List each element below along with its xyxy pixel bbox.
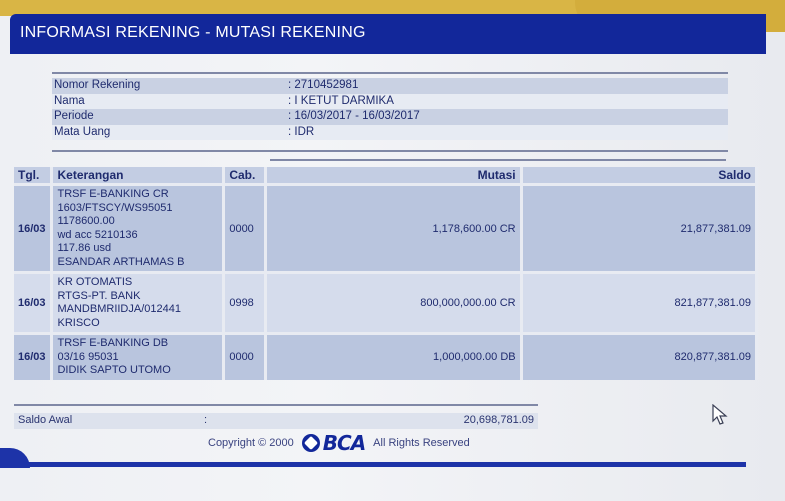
row-date: 16/03 [14,332,54,380]
row-branch: 0998 [223,271,268,334]
table-row: 16/03 TRSF E-BANKING DB 03/16 95031 DIDI… [14,332,759,380]
row-description: TRSF E-BANKING CR 1603/FTSCY/WS95051 117… [51,183,226,273]
description-line: RTGS-PT. BANK [57,289,141,302]
opening-balance-value: 20,698,781.09 [463,414,534,426]
row-mutation-amount: 1,000,000.00 DB [265,332,523,380]
divider-saldo-top [14,404,538,406]
divider-table-top [270,159,726,161]
column-header-saldo: Saldo [521,167,759,185]
footer: Copyright © 2000 BCA All Rights Reserved [208,431,470,455]
header-bar: INFORMASI REKENING - MUTASI REKENING [10,14,766,54]
table-row: 16/03 KR OTOMATIS RTGS-PT. BANK MANDBMRI… [14,271,759,334]
divider-info-bottom [52,150,728,152]
account-name-row: Nama : I KETUT DARMIKA [52,93,728,109]
description-line: TRSF E-BANKING DB [57,337,169,349]
period-row: Periode : 16/03/2017 - 16/03/2017 [52,109,728,125]
opening-balance-colon: : [204,414,208,426]
column-header-tgl: Tgl. [14,167,54,185]
opening-balance-label: Saldo Awal [18,414,73,426]
divider-top [52,72,728,74]
column-header-mutasi: Mutasi [265,167,523,185]
row-mutation-amount: 1,178,600.00 CR [265,183,523,273]
account-number-row: Nomor Rekening : 2710452981 [52,78,728,94]
description-line: KR OTOMATIS [57,276,133,288]
copyright-text: Copyright © 2000 [208,437,294,449]
currency-value: : IDR [288,125,315,138]
opening-balance-row: Saldo Awal : 20,698,781.09 [14,413,538,429]
description-line: MANDBMRIIDJA/012441 [57,303,181,315]
period-value: : 16/03/2017 - 16/03/2017 [288,110,420,122]
account-number-value: : 2710452981 [288,79,359,91]
row-balance: 820,877,381.09 [521,332,759,380]
row-date: 16/03 [14,271,54,334]
row-balance: 821,877,381.09 [521,271,759,334]
row-date: 16/03 [14,183,54,273]
account-info-block: Nomor Rekening : 2710452981 Nama : I KET… [52,78,728,140]
row-balance: 21,877,381.09 [521,183,759,273]
account-name-label: Nama [54,94,85,107]
bca-logo-text: BCA [322,431,366,455]
description-line: DIDIK SAPTO UTOMO [57,364,171,376]
account-name-value: : I KETUT DARMIKA [288,94,394,107]
table-header-row: Tgl. Keterangan Cab. Mutasi Saldo [14,167,759,185]
account-number-label: Nomor Rekening [54,79,141,91]
description-line: TRSF E-BANKING CR [57,188,169,200]
description-line: 1178600.00 [57,215,115,227]
currency-row: Mata Uang : IDR [52,124,728,140]
mutation-table: Tgl. Keterangan Cab. Mutasi Saldo 16/03 … [14,167,759,380]
table-row: 16/03 TRSF E-BANKING CR 1603/FTSCY/WS950… [14,183,759,273]
currency-label: Mata Uang [54,125,111,138]
row-description: TRSF E-BANKING DB 03/16 95031 DIDIK SAPT… [51,332,226,380]
description-line: wd acc 5210136 [57,228,138,241]
description-line: 1603/FTSCY/WS95051 [57,201,173,214]
period-label: Periode [54,110,94,122]
mouse-pointer-icon [712,404,728,425]
row-branch: 0000 [223,183,268,273]
bca-logo: BCA [301,431,366,455]
bottom-blue-bar [8,462,746,467]
column-header-keterangan: Keterangan [51,167,226,185]
row-branch: 0000 [223,332,268,380]
row-description: KR OTOMATIS RTGS-PT. BANK MANDBMRIIDJA/0… [51,271,226,334]
page-title: INFORMASI REKENING - MUTASI REKENING [20,24,366,41]
row-mutation-amount: 800,000,000.00 CR [265,271,523,334]
rights-text: All Rights Reserved [373,437,470,449]
description-line: KRISCO [57,316,100,329]
description-line: 03/16 95031 [57,350,119,363]
description-line: 117.86 usd [57,242,112,254]
bca-logo-icon [301,434,320,452]
description-line: ESANDAR ARTHAMAS B [57,255,185,268]
column-header-cab: Cab. [223,167,268,185]
